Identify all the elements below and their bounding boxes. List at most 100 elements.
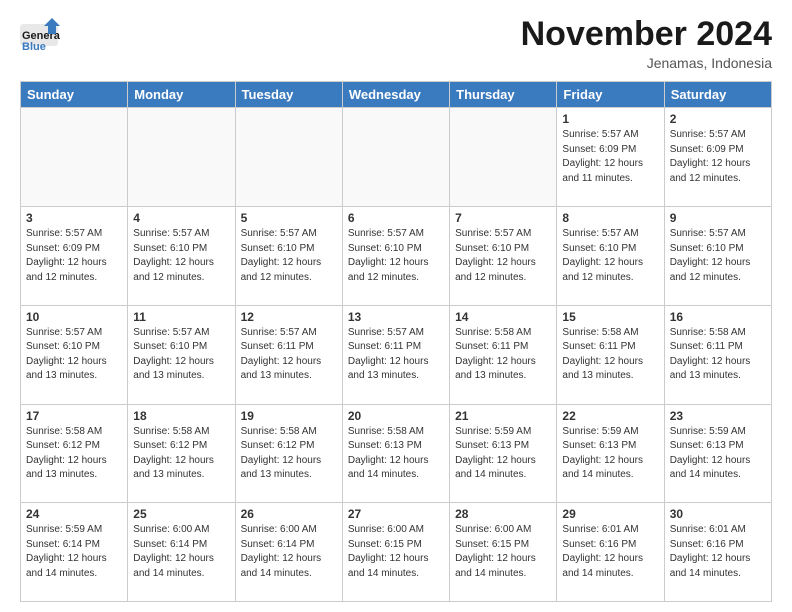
day-number: 28 bbox=[455, 507, 551, 521]
calendar-cell: 27 Sunrise: 6:00 AMSunset: 6:15 PMDayligh… bbox=[342, 503, 449, 602]
calendar-week-1: 3 Sunrise: 5:57 AMSunset: 6:09 PMDaylight… bbox=[21, 207, 772, 306]
day-info: Sunrise: 5:59 AMSunset: 6:13 PMDaylight:… bbox=[455, 425, 551, 483]
day-info: Sunrise: 5:57 AMSunset: 6:10 PMDaylight:… bbox=[26, 326, 122, 384]
day-info: Sunrise: 5:57 AMSunset: 6:10 PMDaylight:… bbox=[133, 326, 229, 384]
day-info: Sunrise: 5:58 AMSunset: 6:11 PMDaylight:… bbox=[670, 326, 766, 384]
calendar-cell: 6Sunrise: 5:57 AMSunset: 6:10 PMDaylight… bbox=[342, 207, 449, 306]
calendar-cell: 9 Sunrise: 5:57 AMSunset: 6:10 PMDaylight… bbox=[664, 207, 771, 306]
day-info: Sunrise: 5:58 AMSunset: 6:11 PMDaylight:… bbox=[455, 326, 551, 384]
day-number: 21 bbox=[455, 409, 551, 423]
day-info: Sunrise: 6:00 AMSunset: 6:14 PMDaylight:… bbox=[241, 523, 337, 581]
day-info: Sunrise: 5:57 AMSunset: 6:09 PMDaylight:… bbox=[670, 128, 766, 186]
calendar-cell bbox=[128, 108, 235, 207]
day-info: Sunrise: 6:00 AMSunset: 6:15 PMDaylight:… bbox=[455, 523, 551, 581]
day-info: Sunrise: 6:01 AMSunset: 6:16 PMDaylight:… bbox=[562, 523, 658, 581]
day-number: 19 bbox=[241, 409, 337, 423]
day-number: 14 bbox=[455, 310, 551, 324]
calendar-cell: 25 Sunrise: 6:00 AMSunset: 6:14 PMDayligh… bbox=[128, 503, 235, 602]
col-monday: Monday bbox=[128, 82, 235, 108]
day-info: Sunrise: 5:57 AMSunset: 6:09 PMDaylight:… bbox=[562, 128, 658, 186]
day-number: 17 bbox=[26, 409, 122, 423]
calendar-week-2: 10 Sunrise: 5:57 AMSunset: 6:10 PMDayligh… bbox=[21, 305, 772, 404]
day-number: 2 bbox=[670, 112, 766, 126]
day-number: 3 bbox=[26, 211, 122, 225]
day-info: Sunrise: 6:00 AMSunset: 6:15 PMDaylight:… bbox=[348, 523, 444, 581]
day-number: 10 bbox=[26, 310, 122, 324]
col-saturday: Saturday bbox=[664, 82, 771, 108]
calendar-cell: 3 Sunrise: 5:57 AMSunset: 6:09 PMDaylight… bbox=[21, 207, 128, 306]
day-info: Sunrise: 5:59 AMSunset: 6:14 PMDaylight:… bbox=[26, 523, 122, 581]
day-info: Sunrise: 5:57 AMSunset: 6:10 PMDaylight:… bbox=[670, 227, 766, 285]
calendar-cell: 23 Sunrise: 5:59 AMSunset: 6:13 PMDayligh… bbox=[664, 404, 771, 503]
day-number: 8 bbox=[562, 211, 658, 225]
calendar-table: Sunday Monday Tuesday Wednesday Thursday… bbox=[20, 81, 772, 602]
calendar-cell: 8Sunrise: 5:57 AMSunset: 6:10 PMDaylight… bbox=[557, 207, 664, 306]
calendar-cell bbox=[235, 108, 342, 207]
calendar-cell: 5Sunrise: 5:57 AMSunset: 6:10 PMDaylight… bbox=[235, 207, 342, 306]
calendar-cell: 7 Sunrise: 5:57 AMSunset: 6:10 PMDaylight… bbox=[450, 207, 557, 306]
day-number: 11 bbox=[133, 310, 229, 324]
day-number: 12 bbox=[241, 310, 337, 324]
calendar-cell: 22 Sunrise: 5:59 AMSunset: 6:13 PMDayligh… bbox=[557, 404, 664, 503]
calendar-cell: 1Sunrise: 5:57 AMSunset: 6:09 PMDaylight… bbox=[557, 108, 664, 207]
calendar-cell: 21 Sunrise: 5:59 AMSunset: 6:13 PMDayligh… bbox=[450, 404, 557, 503]
day-info: Sunrise: 5:58 AMSunset: 6:11 PMDaylight:… bbox=[562, 326, 658, 384]
calendar-cell bbox=[450, 108, 557, 207]
calendar-cell: 14 Sunrise: 5:58 AMSunset: 6:11 PMDayligh… bbox=[450, 305, 557, 404]
day-info: Sunrise: 5:58 AMSunset: 6:12 PMDaylight:… bbox=[26, 425, 122, 483]
title-area: November 2024 Jenamas, Indonesia bbox=[521, 16, 772, 71]
location: Jenamas, Indonesia bbox=[521, 55, 772, 71]
day-number: 22 bbox=[562, 409, 658, 423]
day-info: Sunrise: 5:59 AMSunset: 6:13 PMDaylight:… bbox=[670, 425, 766, 483]
day-info: Sunrise: 5:57 AMSunset: 6:09 PMDaylight:… bbox=[26, 227, 122, 285]
day-info: Sunrise: 5:57 AMSunset: 6:11 PMDaylight:… bbox=[241, 326, 337, 384]
calendar-cell bbox=[21, 108, 128, 207]
day-info: Sunrise: 5:58 AMSunset: 6:12 PMDaylight:… bbox=[133, 425, 229, 483]
day-number: 7 bbox=[455, 211, 551, 225]
col-sunday: Sunday bbox=[21, 82, 128, 108]
calendar-cell: 13Sunrise: 5:57 AMSunset: 6:11 PMDayligh… bbox=[342, 305, 449, 404]
day-info: Sunrise: 5:58 AMSunset: 6:13 PMDaylight:… bbox=[348, 425, 444, 483]
col-tuesday: Tuesday bbox=[235, 82, 342, 108]
calendar-cell: 4 Sunrise: 5:57 AMSunset: 6:10 PMDaylight… bbox=[128, 207, 235, 306]
calendar-cell: 24 Sunrise: 5:59 AMSunset: 6:14 PMDayligh… bbox=[21, 503, 128, 602]
header: General Blue November 2024 Jenamas, Indo… bbox=[20, 16, 772, 71]
day-number: 26 bbox=[241, 507, 337, 521]
calendar-cell: 20 Sunrise: 5:58 AMSunset: 6:13 PMDayligh… bbox=[342, 404, 449, 503]
col-wednesday: Wednesday bbox=[342, 82, 449, 108]
col-thursday: Thursday bbox=[450, 82, 557, 108]
day-number: 27 bbox=[348, 507, 444, 521]
day-info: Sunrise: 5:57 AMSunset: 6:10 PMDaylight:… bbox=[133, 227, 229, 285]
day-number: 24 bbox=[26, 507, 122, 521]
day-info: Sunrise: 6:00 AMSunset: 6:14 PMDaylight:… bbox=[133, 523, 229, 581]
calendar-cell: 10 Sunrise: 5:57 AMSunset: 6:10 PMDayligh… bbox=[21, 305, 128, 404]
day-info: Sunrise: 6:01 AMSunset: 6:16 PMDaylight:… bbox=[670, 523, 766, 581]
calendar-cell: 30 Sunrise: 6:01 AMSunset: 6:16 PMDayligh… bbox=[664, 503, 771, 602]
calendar-cell: 12 Sunrise: 5:57 AMSunset: 6:11 PMDayligh… bbox=[235, 305, 342, 404]
calendar-cell: 16 Sunrise: 5:58 AMSunset: 6:11 PMDayligh… bbox=[664, 305, 771, 404]
day-number: 9 bbox=[670, 211, 766, 225]
day-number: 18 bbox=[133, 409, 229, 423]
day-info: Sunrise: 5:57 AMSunset: 6:10 PMDaylight:… bbox=[241, 227, 337, 285]
day-number: 30 bbox=[670, 507, 766, 521]
calendar-cell: 15Sunrise: 5:58 AMSunset: 6:11 PMDayligh… bbox=[557, 305, 664, 404]
day-number: 6 bbox=[348, 211, 444, 225]
day-number: 23 bbox=[670, 409, 766, 423]
day-number: 29 bbox=[562, 507, 658, 521]
day-info: Sunrise: 5:59 AMSunset: 6:13 PMDaylight:… bbox=[562, 425, 658, 483]
day-number: 13 bbox=[348, 310, 444, 324]
calendar-cell: 29 Sunrise: 6:01 AMSunset: 6:16 PMDayligh… bbox=[557, 503, 664, 602]
calendar-week-4: 24 Sunrise: 5:59 AMSunset: 6:14 PMDayligh… bbox=[21, 503, 772, 602]
day-info: Sunrise: 5:57 AMSunset: 6:10 PMDaylight:… bbox=[455, 227, 551, 285]
calendar-cell: 2 Sunrise: 5:57 AMSunset: 6:09 PMDaylight… bbox=[664, 108, 771, 207]
day-number: 25 bbox=[133, 507, 229, 521]
day-number: 4 bbox=[133, 211, 229, 225]
calendar-cell: 18 Sunrise: 5:58 AMSunset: 6:12 PMDayligh… bbox=[128, 404, 235, 503]
day-number: 20 bbox=[348, 409, 444, 423]
day-number: 16 bbox=[670, 310, 766, 324]
calendar-week-0: 1Sunrise: 5:57 AMSunset: 6:09 PMDaylight… bbox=[21, 108, 772, 207]
calendar-cell: 19Sunrise: 5:58 AMSunset: 6:12 PMDayligh… bbox=[235, 404, 342, 503]
col-friday: Friday bbox=[557, 82, 664, 108]
calendar-cell: 28 Sunrise: 6:00 AMSunset: 6:15 PMDayligh… bbox=[450, 503, 557, 602]
calendar-cell: 17 Sunrise: 5:58 AMSunset: 6:12 PMDayligh… bbox=[21, 404, 128, 503]
